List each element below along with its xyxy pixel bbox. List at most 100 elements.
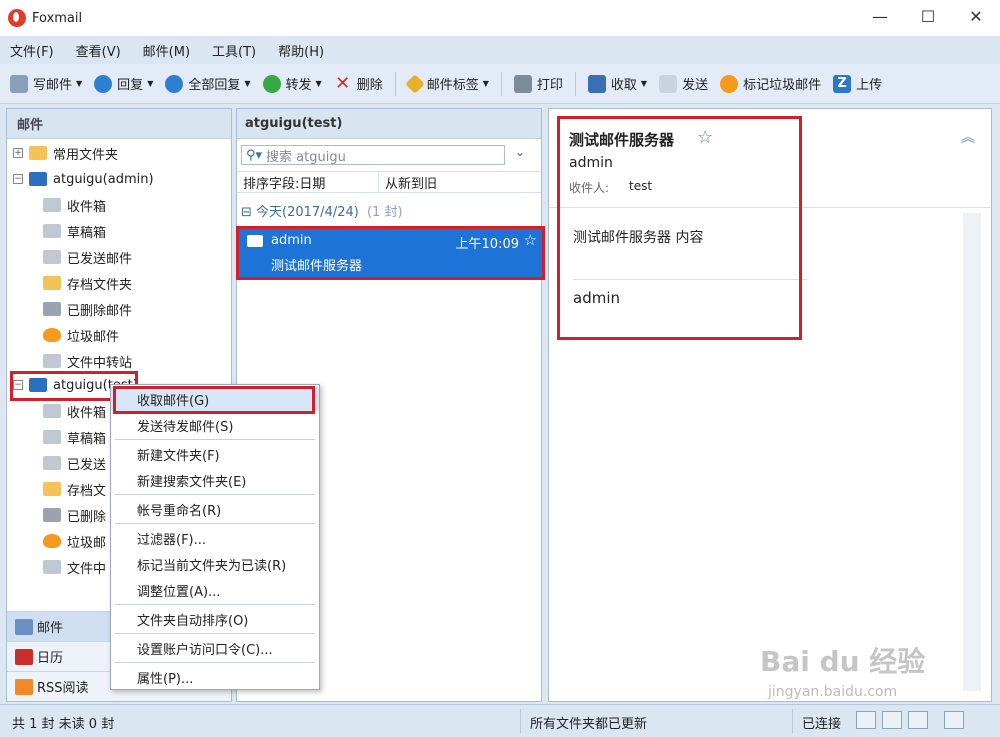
filter-chevron-icon[interactable]: ⌄ — [515, 145, 535, 165]
menu-help[interactable]: 帮助(H) — [278, 41, 324, 60]
inbox-download-icon — [587, 74, 606, 93]
highlight-receive-menu-item — [113, 386, 315, 414]
upload-button[interactable]: Z 上传 — [833, 74, 882, 93]
chevron-down-icon[interactable]: ▼ — [76, 79, 82, 88]
tree-test-transfer[interactable]: 文件中 — [43, 555, 106, 579]
layout-view-2-icon[interactable] — [882, 711, 902, 729]
print-button[interactable]: 打印 — [513, 74, 563, 93]
tree-label: 垃圾邮件 — [67, 329, 120, 345]
drafts-icon — [43, 430, 61, 444]
menu-item-adjust-position[interactable]: 调整位置(A)... — [111, 578, 319, 602]
tree-admin-transfer[interactable]: 文件中转站 — [43, 349, 132, 373]
layout-view-1-icon[interactable] — [856, 711, 876, 729]
reply-label: 回复 — [117, 78, 144, 93]
minimize-button[interactable]: — — [856, 0, 904, 32]
close-button[interactable]: ✕ — [952, 0, 1000, 32]
tree-label: atguigu(admin) — [53, 171, 154, 187]
menu-item-new-search-folder[interactable]: 新建搜索文件夹(E) — [111, 468, 319, 492]
send-button[interactable]: 发送 — [659, 74, 708, 93]
menu-tools[interactable]: 工具(T) — [212, 41, 256, 60]
rss-icon — [15, 678, 33, 695]
tree-admin-spam[interactable]: 垃圾邮件 — [43, 323, 119, 347]
receive-button[interactable]: 收取 ▼ — [587, 74, 647, 93]
chevron-down-icon[interactable]: ▼ — [483, 79, 489, 88]
send-label: 发送 — [682, 78, 709, 93]
folder-panel-header: 邮件 — [7, 109, 231, 139]
chevron-down-icon[interactable]: ▼ — [641, 79, 647, 88]
tree-label: 存档文件夹 — [67, 277, 133, 293]
layout-view-3-icon[interactable] — [908, 711, 928, 729]
tree-admin-archive[interactable]: 存档文件夹 — [43, 271, 132, 295]
expand-icon[interactable]: + — [13, 148, 23, 158]
menu-item-auto-sort[interactable]: 文件夹自动排序(O) — [111, 607, 319, 631]
collapse-icon[interactable]: ⊟ — [241, 205, 256, 220]
tree-test-inbox[interactable]: 收件箱 — [43, 399, 106, 423]
menu-mail[interactable]: 邮件(M) — [143, 41, 190, 60]
menu-item-filters[interactable]: 过滤器(F)... — [111, 526, 319, 550]
menu-separator — [115, 494, 315, 495]
title-bar: Foxmail — ☐ ✕ — [0, 0, 1000, 36]
status-connection: 已连接 — [802, 717, 842, 732]
menu-item-new-folder[interactable]: 新建文件夹(F) — [111, 442, 319, 466]
tag-icon — [404, 73, 425, 94]
chevron-down-icon[interactable]: ▼ — [147, 79, 153, 88]
reader-scrollbar[interactable] — [963, 213, 981, 691]
menu-item-access-password[interactable]: 设置账户访问口令(C)... — [111, 636, 319, 660]
column-headers: 排序字段:日期 从新到旧 — [237, 171, 541, 193]
tree-label: 垃圾邮 — [67, 535, 107, 551]
tree-test-archive[interactable]: 存档文 — [43, 477, 106, 501]
sort-field-header[interactable]: 排序字段:日期 — [237, 172, 379, 192]
reply-all-button[interactable]: 全部回复 ▼ — [165, 74, 251, 93]
sort-order-header[interactable]: 从新到旧 — [379, 172, 437, 192]
maximize-button[interactable]: ☐ — [904, 0, 952, 32]
tree-test-deleted[interactable]: 已删除 — [43, 503, 106, 527]
menu-item-rename-account[interactable]: 帐号重命名(R) — [111, 497, 319, 521]
reply-all-label: 全部回复 — [188, 78, 241, 93]
send-icon — [659, 74, 678, 93]
toolbar-divider — [500, 71, 502, 96]
tree-admin-inbox[interactable]: 收件箱 — [43, 193, 106, 217]
nav-label: 日历 — [37, 651, 64, 666]
spam-label: 标记垃圾邮件 — [743, 78, 822, 93]
compose-button[interactable]: 写邮件 ▼ — [10, 74, 82, 93]
menu-item-properties[interactable]: 属性(P)... — [111, 665, 319, 689]
calendar-icon — [15, 648, 33, 665]
group-count: (1 封) — [366, 205, 403, 220]
forward-button[interactable]: 转发 ▼ — [262, 74, 322, 93]
tree-test-sent[interactable]: 已发送 — [43, 451, 106, 475]
tree-admin-sent[interactable]: 已发送邮件 — [43, 245, 132, 269]
trash-icon — [43, 302, 61, 316]
collapse-icon[interactable]: − — [13, 174, 23, 184]
tree-account-admin[interactable]: − atguigu(admin) — [13, 167, 154, 191]
transfer-icon — [43, 354, 61, 368]
reply-button[interactable]: 回复 ▼ — [94, 74, 153, 93]
window-controls: — ☐ ✕ — [856, 0, 1000, 32]
tree-common-folder[interactable]: + 常用文件夹 — [13, 141, 118, 165]
tree-label: 已发送 — [67, 457, 107, 473]
delete-button[interactable]: ✕ 删除 — [334, 74, 383, 93]
menu-view[interactable]: 查看(V) — [76, 41, 121, 60]
folder-icon — [43, 276, 61, 290]
compose-icon — [10, 74, 28, 93]
tree-label: 文件中 — [67, 561, 107, 577]
layout-view-4-icon[interactable] — [944, 711, 964, 729]
chevron-down-icon[interactable]: ▼ — [244, 79, 250, 88]
menu-item-mark-read[interactable]: 标记当前文件夹为已读(R) — [111, 552, 319, 576]
menu-item-send-pending[interactable]: 发送待发邮件(S) — [111, 413, 319, 437]
menu-file[interactable]: 文件(F) — [10, 41, 54, 60]
spam-button[interactable]: 标记垃圾邮件 — [720, 74, 821, 93]
tags-button[interactable]: 邮件标签 ▼ — [404, 73, 489, 94]
chevron-down-icon[interactable]: ▼ — [316, 79, 322, 88]
tree-test-spam[interactable]: 垃圾邮 — [43, 529, 106, 553]
window-title: Foxmail — [32, 10, 83, 26]
foxmail-logo-icon — [8, 9, 26, 27]
tree-admin-drafts[interactable]: 草稿箱 — [43, 219, 106, 243]
tree-admin-deleted[interactable]: 已删除邮件 — [43, 297, 132, 321]
reply-icon — [94, 74, 113, 93]
tree-test-drafts[interactable]: 草稿箱 — [43, 425, 106, 449]
date-group[interactable]: ⊟ 今天(2017/4/24) (1 封) — [241, 201, 403, 220]
menu-bar: 文件(F) 查看(V) 邮件(M) 工具(T) 帮助(H) — [0, 36, 1000, 64]
compose-label: 写邮件 — [33, 78, 73, 93]
search-input[interactable]: ⚲▾ 搜索 atguigu — [241, 145, 505, 165]
collapse-header-icon[interactable]: ︽ — [961, 127, 975, 147]
